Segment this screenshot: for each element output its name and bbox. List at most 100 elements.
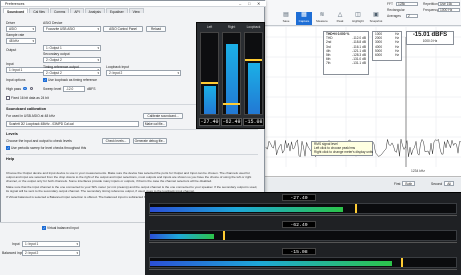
generate-debug-button[interactable]: Generate debug file...	[133, 138, 167, 144]
sample-rate-select[interactable]: 48 kHz ▾	[6, 38, 36, 44]
virtual-balanced-checkbox[interactable]: ✓ Virtual balanced input	[42, 226, 79, 230]
chevron-down-icon: ▾	[177, 71, 179, 75]
meter-peak	[223, 231, 226, 240]
first-select[interactable]: Both	[402, 181, 416, 186]
use-loopback-checkbox[interactable]: ✓ Use loopback as timing reference	[43, 78, 97, 82]
secondary-output-label: Secondary output	[43, 52, 70, 56]
toolbar-highlight-button[interactable]: ◫ Highlight	[350, 12, 366, 25]
meter-peak	[245, 58, 262, 61]
output-select[interactable]: 1: Output 1 ▾	[43, 45, 101, 51]
asio-control-panel-button[interactable]: ASIO Control Panel	[103, 25, 143, 32]
meter-fill	[150, 234, 215, 239]
sample-rate-label: Sample rate	[6, 33, 25, 37]
spectrum-graph[interactable]: THD+N 0.000 % THD -112.0 dB 2nd -118.8 dB 3r…	[256, 27, 461, 177]
sweep-level-input[interactable]: -12.0	[63, 86, 85, 92]
periodic-check-checkbox[interactable]: ✓ Use periodic sweep for level checks thr…	[6, 146, 86, 150]
tab-analysis[interactable]: Analysis	[84, 8, 105, 14]
averages-input[interactable]: 2	[406, 13, 418, 18]
vertical-meter[interactable]: Right -62.49	[221, 25, 242, 127]
high-pass-radio-on[interactable]	[23, 86, 27, 91]
meter-value[interactable]: -62.49	[282, 221, 316, 228]
thd-row: 7th -131.1 dB	[324, 61, 368, 65]
make-cal-file-button[interactable]: Make cal file...	[143, 120, 167, 127]
horizontal-meter[interactable]: -15.08	[145, 247, 461, 274]
fft-select[interactable]: 128k	[396, 1, 418, 6]
timing-reference-label: Timing reference output	[43, 65, 79, 69]
meter-fill	[204, 86, 216, 114]
meter-fill	[150, 261, 392, 266]
second-label: Second	[431, 181, 443, 186]
meter-value[interactable]: -62.49	[221, 118, 242, 126]
loopback-input-label: Loopback input	[106, 65, 129, 69]
horizontal-meter[interactable]: -27.40	[145, 193, 461, 220]
asio-device-label: ASIO Device	[43, 21, 63, 25]
check-levels-text: Choose the input and output to check lev…	[6, 139, 72, 143]
high-pass-radio-off[interactable]	[29, 86, 34, 91]
harmonic-freq-panel: 1000 Hz 2000 Hz 3000 Hz 4000 Hz 5000 Hz 6000 Hz	[372, 31, 402, 61]
chevron-down-icon: ▾	[97, 58, 99, 62]
high-pass-radios	[23, 86, 34, 91]
repetitions-select[interactable]: Use 16k	[438, 1, 460, 6]
minimize-button[interactable]: –	[239, 1, 241, 6]
lower-input-select[interactable]: 1: Input 1 ▾	[22, 241, 80, 247]
toolbar-snapshot-button[interactable]: ▣ Snapshot	[368, 12, 384, 25]
frequency-label: Frequency	[423, 8, 439, 12]
chevron-down-icon: ▾	[97, 71, 99, 75]
timing-reference-select[interactable]: 2: Output 2 ▾	[43, 70, 101, 76]
chevron-down-icon: ▾	[97, 46, 99, 50]
reload-button[interactable]: Reload	[146, 25, 166, 32]
meter-track	[244, 32, 263, 115]
averages-label: Averages	[387, 14, 401, 18]
check-levels-button[interactable]: Check levels...	[102, 138, 130, 144]
asio-device-select[interactable]: Focusrite USB ASIO ▾	[43, 26, 101, 32]
meter-value[interactable]: -27.40	[199, 118, 220, 126]
frequency-input[interactable]: 1000 Hz	[438, 7, 460, 12]
tab-api[interactable]: API	[70, 8, 84, 14]
chevron-down-icon: ▾	[32, 39, 34, 43]
fixed-data-checkbox[interactable]: Fixed 16 bit data as 24 bit	[6, 96, 49, 100]
tab-comms[interactable]: Comms	[49, 8, 70, 14]
tab-cal-files[interactable]: Cal files	[29, 8, 49, 14]
loopback-input-select[interactable]: 2: Input 2 ▾	[106, 70, 181, 76]
level-readout-panel: -15.01 dBFS 1000.0 Hz	[406, 31, 454, 45]
meter-track	[149, 203, 457, 214]
high-pass-label: High pass	[6, 87, 22, 91]
meter-peak	[400, 258, 403, 267]
tab-soundcard[interactable]: Soundcard	[3, 8, 29, 14]
chevron-down-icon: ▾	[76, 251, 78, 255]
maximize-button[interactable]: □	[248, 1, 250, 6]
prefs-tabs: Soundcard Cal files Comms API Analysis E…	[3, 8, 145, 14]
tab-equaliser[interactable]: Equaliser	[105, 8, 128, 14]
measure-icon: ≋	[319, 12, 325, 18]
vertical-meter[interactable]: Left -27.40	[199, 25, 220, 127]
levels-header: Levels	[6, 132, 18, 136]
toolbar-peak-button[interactable]: △ Peak	[332, 12, 348, 25]
close-button[interactable]: ✕	[257, 1, 260, 6]
peak-icon: △	[337, 12, 343, 18]
balanced-input-select[interactable]: 2: Input 2 ▾	[22, 250, 80, 256]
toolbar-measure-button[interactable]: ≋ Measure	[314, 12, 330, 25]
thd-row-label: 7th	[326, 61, 331, 66]
harmonic-freq-row: 6000 Hz	[373, 53, 401, 57]
meter-value[interactable]: -27.40	[282, 194, 316, 201]
meter-tooltip: RMS signal level Left click to choose pe…	[311, 141, 373, 156]
window-label: Rectangular	[387, 8, 405, 12]
cal-file-field[interactable]: Scarlett 2i2 Loopback 48kHz - 03MPD Cal.…	[6, 121, 139, 127]
vertical-meter[interactable]: Loopback -15.08	[243, 25, 264, 127]
second-select[interactable]: All	[444, 181, 454, 186]
meter-scale	[149, 269, 457, 272]
driver-select[interactable]: ASIO ▾	[6, 26, 36, 32]
meter-value[interactable]: -15.08	[243, 118, 264, 126]
meter-name: Right	[227, 25, 236, 29]
first-label: First	[394, 181, 401, 186]
meter-name: Left	[206, 25, 213, 29]
harmonic-freq-unit: Hz	[395, 53, 399, 58]
calibrate-soundcard-button[interactable]: Calibrate soundcard...	[143, 112, 183, 119]
tab-view[interactable]: View	[128, 8, 144, 14]
toolbar-save-button[interactable]: ▤ Save	[278, 12, 294, 25]
divider	[6, 154, 258, 155]
secondary-output-select[interactable]: 2: Output 2 ▾	[43, 57, 101, 63]
horizontal-meter[interactable]: -62.49	[145, 220, 461, 247]
toolbar-capture-button[interactable]: ▦ Capture	[296, 12, 312, 25]
meter-value[interactable]: -15.08	[282, 248, 316, 255]
